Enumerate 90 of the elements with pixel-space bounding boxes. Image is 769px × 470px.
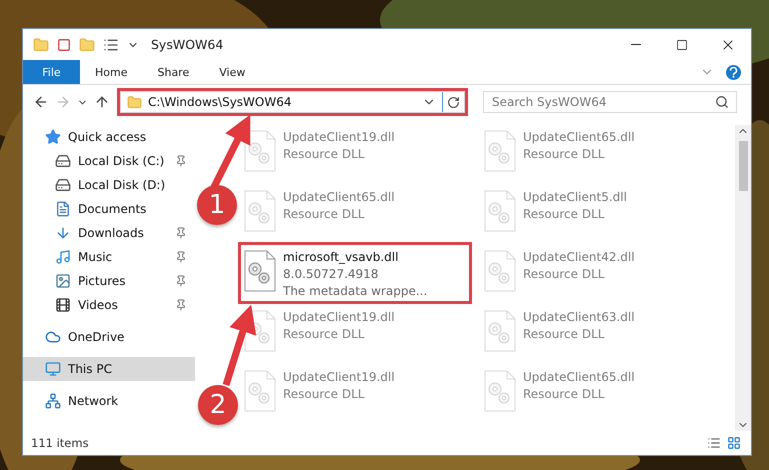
- dll-file-icon: [243, 369, 277, 413]
- sidebar-item[interactable]: Documents: [23, 197, 195, 221]
- file-detail: Resource DLL: [523, 266, 606, 283]
- help-icon[interactable]: [726, 64, 741, 80]
- ribbon-tab[interactable]: File: [23, 60, 80, 84]
- file-detail: Resource DLL: [283, 206, 366, 223]
- ribbon-tab[interactable]: Home: [80, 60, 142, 84]
- network-icon: [45, 393, 61, 409]
- scrollbar[interactable]: [735, 125, 751, 431]
- sidebar-item[interactable]: This PC: [23, 357, 195, 381]
- dll-file-icon: [243, 249, 277, 293]
- file-item[interactable]: UpdateClient65.dll Resource DLL: [481, 125, 709, 181]
- file-item[interactable]: UpdateClient63.dll Resource DLL: [481, 305, 709, 361]
- scroll-thumb[interactable]: [738, 141, 748, 191]
- up-icon[interactable]: [94, 94, 110, 110]
- sidebar-item[interactable]: Local Disk (C:): [23, 149, 195, 173]
- file-name[interactable]: UpdateClient42.dll: [523, 249, 635, 266]
- file-item[interactable]: UpdateClient19.dll Resource DLL: [241, 305, 469, 361]
- back-icon[interactable]: [33, 94, 49, 110]
- maximize-icon: [676, 38, 688, 50]
- dll-file-icon: [243, 189, 277, 233]
- file-item[interactable]: UpdateClient19.dll Resource DLL: [241, 125, 469, 181]
- file-name[interactable]: UpdateClient5.dll: [523, 189, 627, 206]
- file-detail: 8.0.50727.4918: [283, 266, 380, 283]
- file-detail: Resource DLL: [283, 326, 366, 343]
- sidebar-item[interactable]: Music: [23, 245, 195, 269]
- music-note-icon: [55, 249, 71, 265]
- drive-icon: [55, 177, 71, 193]
- download-icon: [55, 225, 71, 241]
- properties-icon[interactable]: [103, 36, 119, 52]
- tiles-view-icon[interactable]: [727, 436, 741, 450]
- file-item[interactable]: UpdateClient65.dll Resource DLL: [481, 365, 709, 421]
- sidebar-item[interactable]: Downloads: [23, 221, 195, 245]
- sidebar-item[interactable]: Pictures: [23, 269, 195, 293]
- search-field[interactable]: Search SysWOW64: [483, 91, 737, 113]
- drive-icon: [55, 153, 71, 169]
- sidebar-item[interactable]: Local Disk (D:): [23, 173, 195, 197]
- pin-icon: [175, 275, 187, 287]
- file-detail: Resource DLL: [283, 146, 366, 163]
- file-item[interactable]: UpdateClient65.dll Resource DLL: [241, 185, 469, 241]
- cloud-icon: [45, 329, 61, 345]
- file-item[interactable]: microsoft_vsavb.dll 8.0.50727.4918 The metadata wrappe...: [241, 245, 469, 301]
- file-detail: Resource DLL: [283, 386, 366, 403]
- file-item[interactable]: UpdateClient42.dll Resource DLL: [481, 245, 709, 301]
- pin-icon: [175, 227, 187, 239]
- file-detail: Resource DLL: [523, 206, 606, 223]
- sidebar-item[interactable]: Quick access: [23, 125, 195, 149]
- file-name[interactable]: microsoft_vsavb.dll: [283, 249, 428, 266]
- address-field[interactable]: C:\Windows\SysWOW64: [120, 91, 465, 113]
- dll-file-icon: [483, 129, 517, 173]
- details-view-icon[interactable]: [707, 436, 721, 450]
- file-name[interactable]: UpdateClient63.dll: [523, 309, 635, 326]
- window-title: SysWOW64: [151, 37, 224, 52]
- file-detail: Resource DLL: [523, 326, 606, 343]
- ribbon-tab[interactable]: Share: [142, 60, 204, 84]
- search-icon[interactable]: [715, 95, 729, 109]
- sidebar-item[interactable]: OneDrive: [23, 325, 195, 349]
- checkbox-icon[interactable]: [57, 38, 71, 52]
- file-item[interactable]: UpdateClient19.dll Resource DLL: [241, 365, 469, 421]
- dll-file-icon: [243, 309, 277, 353]
- dll-file-icon: [483, 369, 517, 413]
- film-icon: [55, 297, 71, 313]
- dll-file-icon: [243, 129, 277, 173]
- file-detail: Resource DLL: [523, 146, 606, 163]
- file-name[interactable]: UpdateClient65.dll: [523, 369, 635, 386]
- file-item[interactable]: UpdateClient5.dll Resource DLL: [481, 185, 709, 241]
- pin-icon: [175, 299, 187, 311]
- minimize-icon: [631, 44, 641, 45]
- monitor-icon: [45, 361, 61, 377]
- pin-icon: [175, 251, 187, 263]
- dll-file-icon: [483, 249, 517, 293]
- item-count: 111 items: [31, 436, 89, 450]
- ribbon-tab[interactable]: View: [204, 60, 260, 84]
- pin-icon: [175, 155, 187, 167]
- file-detail: The metadata wrappe...: [283, 283, 428, 300]
- file-name[interactable]: UpdateClient19.dll: [283, 369, 395, 386]
- file-name[interactable]: UpdateClient19.dll: [283, 309, 395, 326]
- picture-icon: [55, 273, 71, 289]
- dll-file-icon: [483, 189, 517, 233]
- folder-icon: [127, 94, 142, 110]
- sidebar-item[interactable]: Videos: [23, 293, 195, 317]
- refresh-icon: [447, 96, 460, 108]
- document-icon: [55, 201, 71, 217]
- star-icon: [45, 129, 61, 145]
- dll-file-icon: [483, 309, 517, 353]
- sidebar-item[interactable]: Network: [23, 389, 195, 413]
- file-detail: Resource DLL: [523, 386, 606, 403]
- file-name[interactable]: UpdateClient65.dll: [283, 189, 395, 206]
- file-name[interactable]: UpdateClient19.dll: [283, 129, 395, 146]
- file-name[interactable]: UpdateClient65.dll: [523, 129, 635, 146]
